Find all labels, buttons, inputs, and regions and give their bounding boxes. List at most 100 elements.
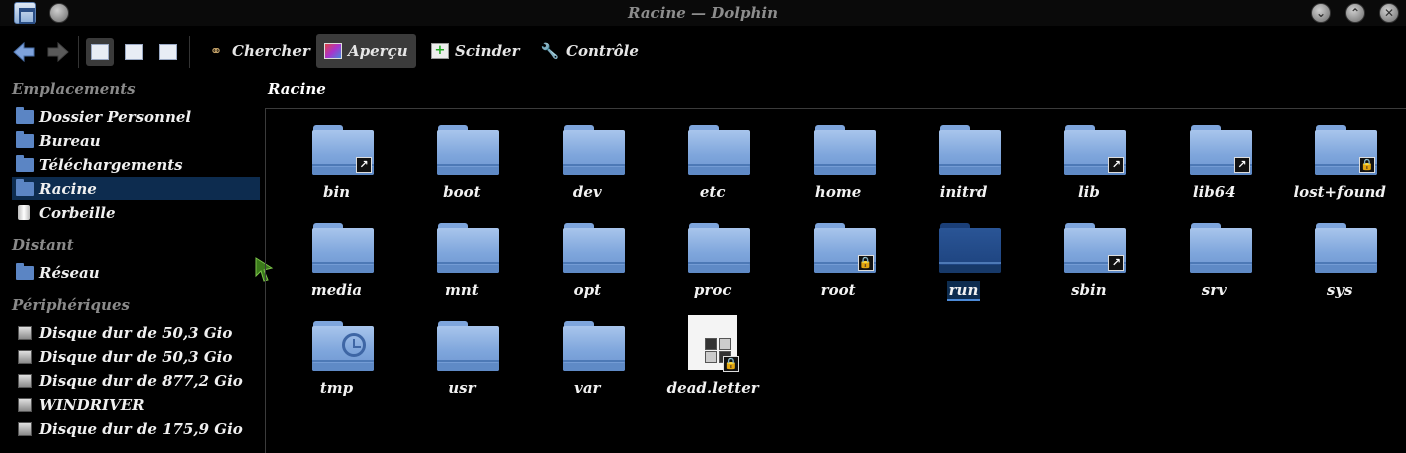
folder-item[interactable]: boot: [399, 117, 524, 215]
terminal-button[interactable]: 🔧 Contrôle: [532, 34, 647, 68]
item-name-label: lib64: [1152, 183, 1277, 201]
sidebar-item-trash[interactable]: Corbeille: [12, 201, 260, 224]
search-button[interactable]: ⚭ Chercher: [198, 34, 318, 68]
folder-item[interactable]: 🔒 lost+found: [1277, 117, 1402, 215]
item-name-text: var: [574, 379, 601, 397]
sidebar-item-root[interactable]: Racine: [12, 177, 260, 200]
file-icon-view[interactable]: ↗ bin boot dev etc home initrd ↗ lib ↗ lib64 🔒 lost+…: [265, 108, 1406, 453]
folder-item[interactable]: tmp: [274, 313, 399, 411]
item-name-text: root: [820, 281, 856, 299]
wrench-icon: 🔧: [540, 42, 560, 60]
places-section-title: Emplacements: [12, 80, 136, 98]
file-item[interactable]: 🔒 dead.letter: [650, 313, 775, 411]
folder-item[interactable]: proc: [650, 215, 775, 313]
sidebar-item-device[interactable]: WINDRIVER: [12, 393, 260, 416]
clock-emblem-icon: [342, 333, 366, 357]
folder-item[interactable]: home: [776, 117, 901, 215]
folder-item[interactable]: ↗ sbin: [1026, 215, 1151, 313]
folder-icon: 🔒: [1315, 125, 1378, 175]
window-title: Racine — Dolphin: [628, 4, 778, 22]
places-panel: Emplacements Dossier Personnel Bureau Té…: [0, 78, 262, 453]
folder-item[interactable]: ↗ lib64: [1152, 117, 1277, 215]
hard-disk-icon: [18, 421, 32, 436]
item-name-text: mnt: [445, 281, 479, 299]
trash-icon: [18, 205, 30, 220]
symlink-emblem-icon: ↗: [1108, 255, 1125, 271]
item-name-label: media: [274, 281, 399, 299]
sidebar-item-label: Dossier Personnel: [39, 107, 192, 126]
sidebar-item-label: Téléchargements: [39, 155, 183, 174]
item-name-label: srv: [1152, 281, 1277, 299]
item-name-text: dev: [572, 183, 602, 201]
folder-item[interactable]: opt: [525, 215, 650, 313]
folder-item[interactable]: usr: [399, 313, 524, 411]
sidebar-item-label: Disque dur de 877,2 Gio: [39, 371, 243, 390]
folder-item[interactable]: ↗ bin: [274, 117, 399, 215]
item-name-text: boot: [443, 183, 481, 201]
symlink-emblem-icon: ↗: [356, 157, 372, 173]
details-view-button[interactable]: [120, 38, 148, 66]
sidebar-item-network[interactable]: Réseau: [12, 261, 260, 284]
sidebar-item-home[interactable]: Dossier Personnel: [12, 105, 260, 128]
split-button[interactable]: + Scinder: [423, 34, 528, 68]
item-name-label: lib: [1026, 183, 1151, 201]
folder-item[interactable]: 🔒 root: [776, 215, 901, 313]
folder-item[interactable]: run: [901, 215, 1026, 313]
close-button[interactable]: ✕: [1379, 3, 1399, 23]
back-arrow-icon[interactable]: [12, 41, 36, 63]
lock-emblem-icon: 🔒: [1359, 157, 1376, 173]
item-name-text: dead.letter: [666, 379, 759, 397]
folder-item[interactable]: ↗ lib: [1026, 117, 1151, 215]
icons-view-button[interactable]: [86, 38, 114, 66]
sidebar-item-label: Disque dur de 50,3 Gio: [39, 323, 233, 342]
folder-item[interactable]: sys: [1277, 215, 1402, 313]
sidebar-item-device[interactable]: Disque dur de 50,3 Gio: [12, 321, 260, 344]
item-name-text: bin: [322, 183, 351, 201]
folder-item[interactable]: var: [525, 313, 650, 411]
minimize-button[interactable]: ⌄: [1311, 3, 1331, 23]
folder-icon: [437, 125, 500, 175]
maximize-button[interactable]: ⌃: [1345, 3, 1365, 23]
symlink-emblem-icon: ↗: [1233, 157, 1250, 173]
sidebar-item-desktop[interactable]: Bureau: [12, 129, 260, 152]
split-view-icon: +: [431, 43, 449, 59]
folder-icon: [939, 223, 1001, 273]
folder-item[interactable]: etc: [650, 117, 775, 215]
folder-item[interactable]: mnt: [399, 215, 524, 313]
folder-item[interactable]: dev: [525, 117, 650, 215]
item-name-text: proc: [693, 281, 732, 299]
item-name-label: sbin: [1026, 281, 1151, 299]
columns-view-button[interactable]: [154, 38, 182, 66]
item-name-label: bin: [274, 183, 399, 201]
item-name-text: opt: [573, 281, 601, 299]
item-name-label: initrd: [901, 183, 1026, 201]
sidebar-item-downloads[interactable]: Téléchargements: [12, 153, 260, 176]
item-name-label: run: [901, 281, 1026, 301]
location-breadcrumb[interactable]: Racine: [268, 80, 326, 98]
sidebar-item-device[interactable]: Disque dur de 877,2 Gio: [12, 369, 260, 392]
folder-item[interactable]: srv: [1152, 215, 1277, 313]
item-name-text: lib64: [1192, 183, 1236, 201]
forward-arrow-icon[interactable]: [46, 41, 70, 63]
item-name-text: tmp: [319, 379, 354, 397]
folder-item[interactable]: media: [274, 215, 399, 313]
sidebar-item-label: WINDRIVER: [39, 395, 145, 414]
item-name-label: usr: [399, 379, 524, 397]
preview-button[interactable]: Aperçu: [316, 34, 416, 68]
sidebar-item-device[interactable]: Disque dur de 50,3 Gio: [12, 345, 260, 368]
item-name-text: usr: [448, 379, 476, 397]
remote-section-title: Distant: [12, 236, 74, 254]
folder-icon: ↗: [1064, 223, 1127, 273]
columns-view-icon: [159, 44, 177, 60]
item-name-text: sbin: [1071, 281, 1107, 299]
folder-icon: [562, 125, 625, 175]
folder-icon: [16, 178, 34, 196]
sidebar-item-device[interactable]: Disque dur de 175,9 Gio: [12, 417, 260, 440]
item-name-label: dead.letter: [650, 379, 775, 397]
folder-icon: [437, 321, 500, 371]
item-name-label: etc: [650, 183, 775, 201]
main-toolbar: ⚭ Chercher Aperçu + Scinder 🔧 Contrôle: [0, 30, 1406, 74]
text-file-icon: 🔒: [688, 315, 740, 372]
folder-item[interactable]: initrd: [901, 117, 1026, 215]
item-name-text: lost+found: [1293, 183, 1386, 201]
